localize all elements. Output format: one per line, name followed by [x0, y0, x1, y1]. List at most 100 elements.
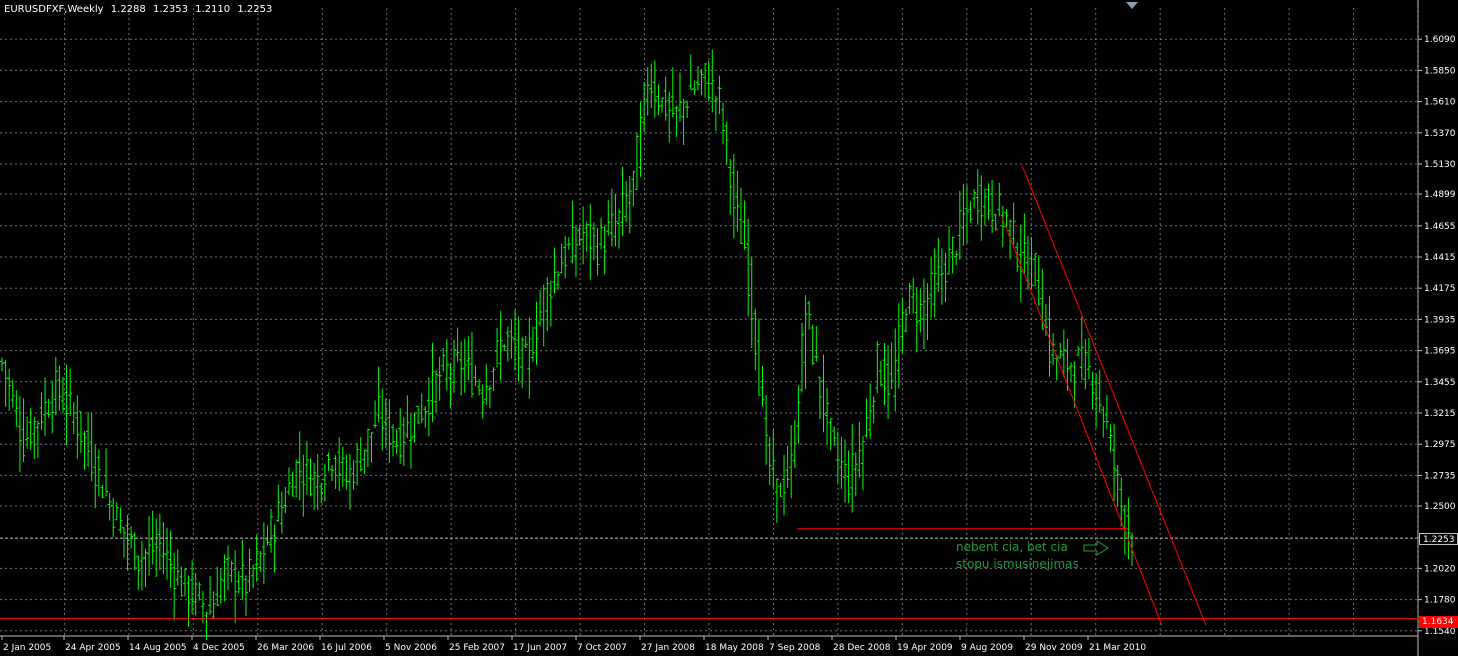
ohlc-bar	[193, 572, 198, 616]
ohlc-bar	[703, 63, 708, 98]
ohlc-bar	[1033, 253, 1038, 287]
y-tick-label: 1.4415	[1424, 253, 1456, 263]
ohlc-bar	[272, 524, 277, 573]
ohlc-bar	[893, 328, 898, 412]
ohlc-bar	[172, 552, 177, 621]
ohlc-bar	[304, 441, 309, 495]
ohlc-bar	[685, 100, 690, 118]
y-tick-label: 1.1780	[1424, 596, 1456, 606]
ohlc-bar	[107, 492, 112, 521]
ohlc-bar	[896, 303, 901, 389]
ohlc-bar	[168, 530, 173, 588]
ohlc-bar	[566, 237, 571, 250]
ohlc-bar	[39, 392, 44, 430]
ohlc-bar	[426, 377, 431, 437]
ohlc-bar	[1011, 202, 1016, 245]
ohlc-bar	[10, 379, 15, 408]
ohlc-bar	[14, 390, 19, 427]
ohlc-bar	[699, 69, 704, 95]
ohlc-bar	[878, 360, 883, 387]
ohlc-bar	[907, 282, 912, 315]
ohlc-bar	[50, 380, 55, 434]
ohlc-bar	[721, 102, 726, 145]
y-tick-label: 1.2735	[1424, 471, 1456, 481]
ohlc-bar	[911, 277, 916, 314]
ohlc-bar	[1025, 236, 1030, 291]
x-tick-label: 29 Nov 2009	[1025, 643, 1083, 653]
ohlc-bar	[57, 365, 62, 411]
y-tick-label: 1.3935	[1424, 315, 1456, 325]
ohlc-bar	[792, 419, 797, 468]
ohlc-bar	[760, 366, 765, 407]
ohlc-bar	[444, 338, 449, 391]
ohlc-bar	[624, 181, 629, 223]
x-tick-label: 24 Apr 2005	[65, 643, 121, 653]
ohlc-bar	[509, 320, 514, 359]
ohlc-bar	[972, 189, 977, 209]
ohlc-bar	[1086, 337, 1091, 380]
ohlc-bar	[512, 309, 517, 371]
y-tick-label: 1.5850	[1424, 66, 1456, 76]
ohlc-bar	[667, 91, 672, 143]
ohlc-bar	[534, 301, 539, 365]
ohlc-bar	[997, 182, 1002, 217]
ohlc-bar	[1036, 255, 1041, 306]
ohlc-bar	[516, 316, 521, 382]
ohlc-bar	[724, 121, 729, 165]
ohlc-bar	[602, 226, 607, 275]
x-tick-label: 19 Apr 2009	[897, 643, 953, 653]
x-tick-label: 2 Jan 2005	[3, 643, 51, 653]
ohlc-bar	[186, 575, 191, 627]
ohlc-bar	[53, 356, 58, 416]
x-tick-label: 14 Aug 2005	[129, 643, 187, 653]
ohlc-bar	[1090, 372, 1095, 410]
ohlc-chart[interactable]: 1.6090 1.5850 1.5610 1.5370 1.5130 1.4899 1.46…	[0, 0, 1458, 656]
ohlc-bar	[261, 522, 266, 585]
ohlc-bar	[157, 513, 162, 571]
ohlc-bar	[595, 227, 600, 276]
chart-root: 1.6090 1.5850 1.5610 1.5370 1.5130 1.4899 1.46…	[0, 0, 1458, 656]
ohlc-bar	[929, 257, 934, 319]
ohlc-bar	[649, 63, 654, 109]
y-tick-label: 1.3695	[1424, 347, 1456, 357]
chart-shift-marker-icon[interactable]	[1126, 2, 1138, 9]
low-value: 1.2110	[195, 4, 231, 15]
ohlc-bar	[957, 190, 962, 260]
ohlc-bar	[322, 463, 327, 502]
ohlc-bar	[376, 366, 381, 423]
ohlc-bar	[111, 497, 116, 537]
y-tick-label: 1.3455	[1424, 378, 1456, 388]
ohlc-bar	[391, 424, 396, 457]
ohlc-bar	[118, 507, 123, 534]
ohlc-bar	[0, 357, 4, 372]
ohlc-bar	[469, 331, 474, 398]
ohlc-bar	[143, 548, 148, 588]
ohlc-bar	[821, 354, 826, 433]
ohlc-bar	[312, 463, 317, 510]
x-tick-label: 5 Nov 2006	[385, 643, 437, 653]
ohlc-bar	[541, 284, 546, 347]
ohlc-bar	[104, 448, 109, 497]
ohlc-bar	[807, 300, 812, 330]
ohlc-bar	[114, 502, 119, 521]
ohlc-bar	[918, 288, 923, 333]
ohlc-bar	[947, 226, 952, 275]
ohlc-bar	[68, 368, 73, 417]
ohlc-bar	[1022, 213, 1027, 276]
ohlc-bar	[175, 549, 180, 586]
ohlc-bar	[652, 60, 657, 118]
ohlc-bar	[484, 364, 489, 405]
ohlc-bar	[165, 527, 170, 580]
ohlc-bar	[993, 213, 998, 231]
ohlc-bar	[1072, 361, 1077, 408]
ohlc-bar	[326, 452, 331, 471]
x-tick-label: 9 Aug 2009	[961, 643, 1013, 653]
ohlc-bar	[466, 336, 471, 381]
ohlc-bar	[871, 396, 876, 424]
ohlc-bar	[365, 428, 370, 468]
ohlc-bar	[1097, 369, 1102, 413]
ohlc-bar	[86, 412, 91, 467]
ohlc-bar	[925, 283, 930, 340]
ohlc-bar	[452, 339, 456, 393]
ohlc-bar	[247, 548, 252, 593]
